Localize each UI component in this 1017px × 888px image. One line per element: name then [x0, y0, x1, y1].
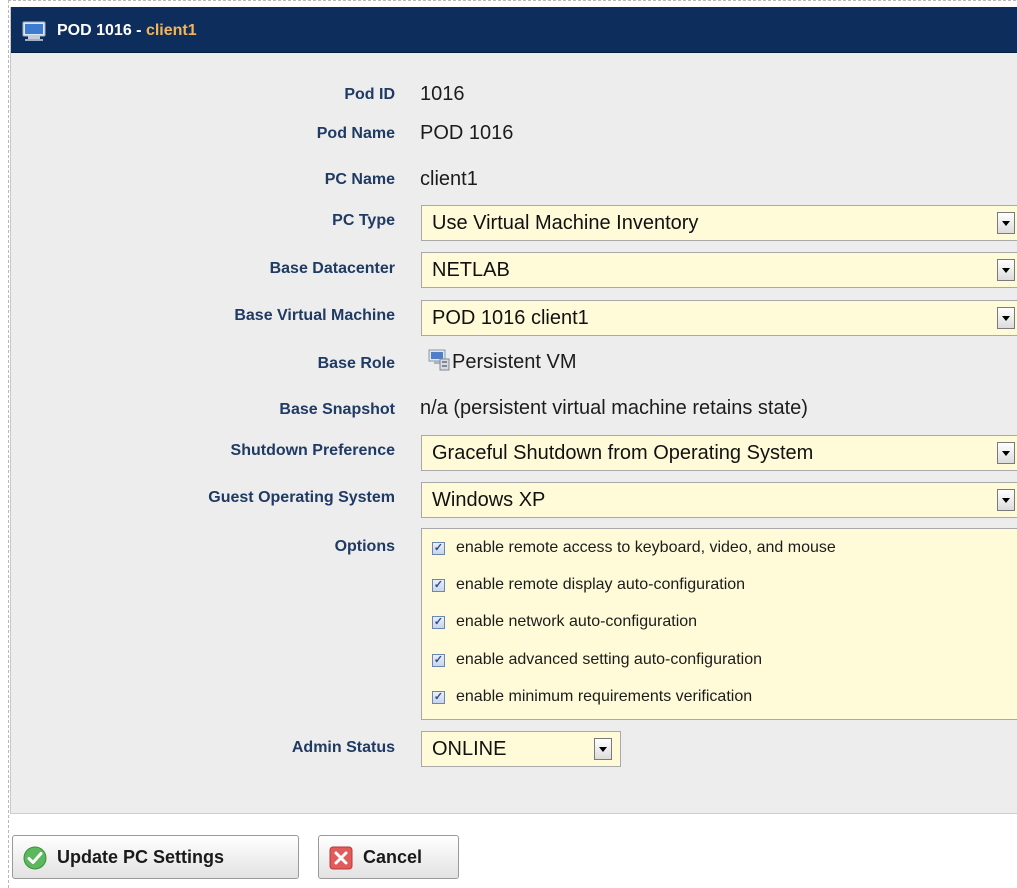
pod-name-value: POD 1016: [420, 122, 514, 144]
pc-name-label: PC Name: [324, 171, 395, 188]
base-datacenter-select[interactable]: NETLAB: [421, 252, 1017, 288]
monitor-icon: [22, 21, 46, 46]
admin-status-select[interactable]: ONLINE: [421, 731, 621, 767]
guest-os-label: Guest Operating System: [208, 489, 395, 506]
chevron-down-icon[interactable]: [997, 212, 1015, 234]
pod-name-label: Pod Name: [316, 125, 395, 142]
title-separator: -: [136, 22, 142, 39]
chevron-down-icon[interactable]: [997, 489, 1015, 511]
chevron-down-icon[interactable]: [594, 738, 612, 760]
update-pc-settings-label: Update PC Settings: [57, 847, 225, 867]
pc-type-value: Use Virtual Machine Inventory: [432, 212, 699, 234]
admin-status-label: Admin Status: [291, 739, 395, 756]
options-box: ✓ enable remote access to keyboard, vide…: [421, 528, 1017, 720]
option-label: enable minimum requirements verification: [456, 688, 753, 705]
base-vm-value: POD 1016 client1: [432, 307, 589, 329]
update-pc-settings-button[interactable]: Update PC Settings: [12, 835, 299, 879]
base-role-value: Persistent VM: [452, 351, 577, 373]
window-title: POD 1016 - client1: [57, 22, 197, 40]
shutdown-preference-select[interactable]: Graceful Shutdown from Operating System: [421, 435, 1017, 471]
title-pc: client1: [145, 22, 197, 39]
cancel-button[interactable]: Cancel: [318, 835, 459, 879]
chevron-down-icon[interactable]: [997, 442, 1015, 464]
guest-os-value: Windows XP: [432, 489, 546, 511]
options-label: Options: [334, 538, 395, 555]
checkbox-checked-icon[interactable]: ✓: [432, 654, 445, 667]
checkbox-checked-icon[interactable]: ✓: [432, 542, 445, 555]
chevron-down-icon[interactable]: [997, 307, 1015, 329]
pc-type-select[interactable]: Use Virtual Machine Inventory: [421, 205, 1017, 241]
option-label: enable network auto-configuration: [456, 613, 698, 630]
base-vm-select[interactable]: POD 1016 client1: [421, 300, 1017, 336]
base-role-label: Base Role: [317, 355, 395, 372]
checkbox-checked-icon[interactable]: ✓: [432, 691, 445, 704]
guest-os-select[interactable]: Windows XP: [421, 482, 1017, 518]
pc-type-label: PC Type: [332, 212, 395, 229]
checkbox-checked-icon[interactable]: ✓: [432, 616, 445, 629]
base-vm-label: Base Virtual Machine: [234, 307, 395, 324]
pod-id-label: Pod ID: [344, 86, 395, 103]
base-datacenter-value: NETLAB: [432, 259, 510, 281]
admin-status-value: ONLINE: [432, 738, 507, 760]
option-label: enable advanced setting auto-configurati…: [456, 651, 762, 668]
base-snapshot-value: n/a (persistent virtual machine retains …: [420, 397, 808, 419]
pc-name-value: client1: [420, 168, 478, 190]
persistent-vm-icon: [428, 349, 450, 376]
shutdown-preference-value: Graceful Shutdown from Operating System: [432, 442, 814, 464]
chevron-down-icon[interactable]: [997, 259, 1015, 281]
shutdown-preference-label: Shutdown Preference: [230, 442, 395, 459]
base-snapshot-label: Base Snapshot: [279, 401, 395, 418]
title-bar: POD 1016 - client1: [11, 7, 1017, 53]
option-label: enable remote access to keyboard, video,…: [456, 539, 836, 556]
base-datacenter-label: Base Datacenter: [269, 260, 395, 277]
checkmark-icon: [23, 846, 47, 875]
pod-id-value: 1016: [420, 83, 465, 105]
checkbox-checked-icon[interactable]: ✓: [432, 579, 445, 592]
option-label: enable remote display auto-configuration: [456, 576, 746, 593]
title-pod: POD 1016: [57, 22, 132, 39]
cancel-label: Cancel: [363, 847, 423, 867]
close-icon: [329, 846, 353, 875]
